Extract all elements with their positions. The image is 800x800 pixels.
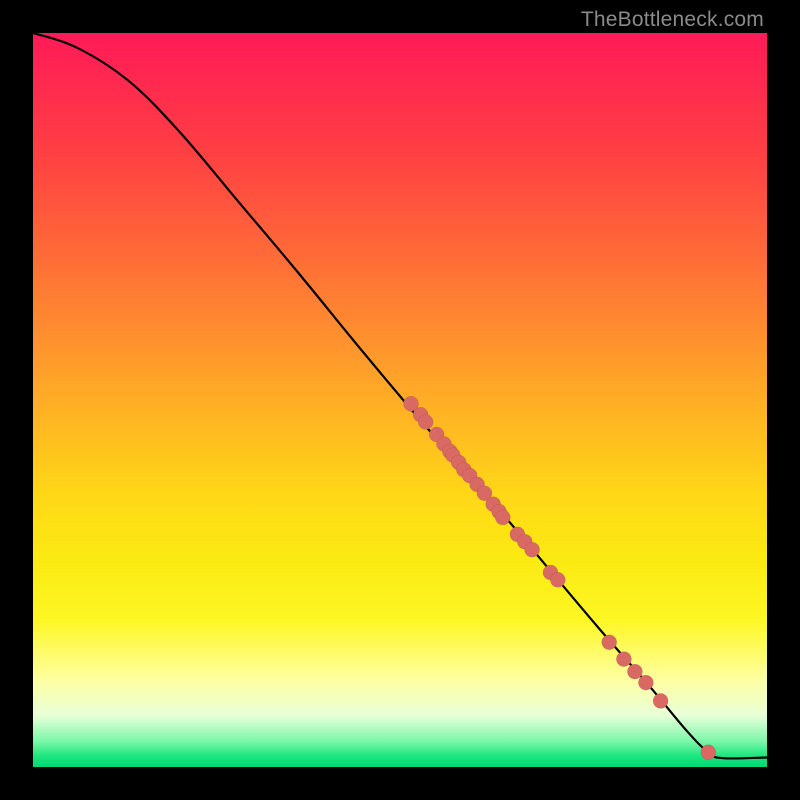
data-marker	[616, 652, 631, 667]
data-marker	[495, 510, 510, 525]
plot-area	[33, 33, 767, 767]
data-marker	[602, 635, 617, 650]
curve-layer	[33, 33, 767, 767]
marker-group	[404, 396, 716, 760]
watermark-text: TheBottleneck.com	[581, 8, 764, 32]
data-marker	[550, 572, 565, 587]
chart-frame: TheBottleneck.com	[0, 0, 800, 800]
data-marker	[627, 664, 642, 679]
bottleneck-curve	[33, 33, 767, 758]
data-marker	[653, 693, 668, 708]
data-marker	[638, 675, 653, 690]
data-marker	[525, 542, 540, 557]
data-marker	[701, 745, 716, 760]
data-marker	[418, 415, 433, 430]
